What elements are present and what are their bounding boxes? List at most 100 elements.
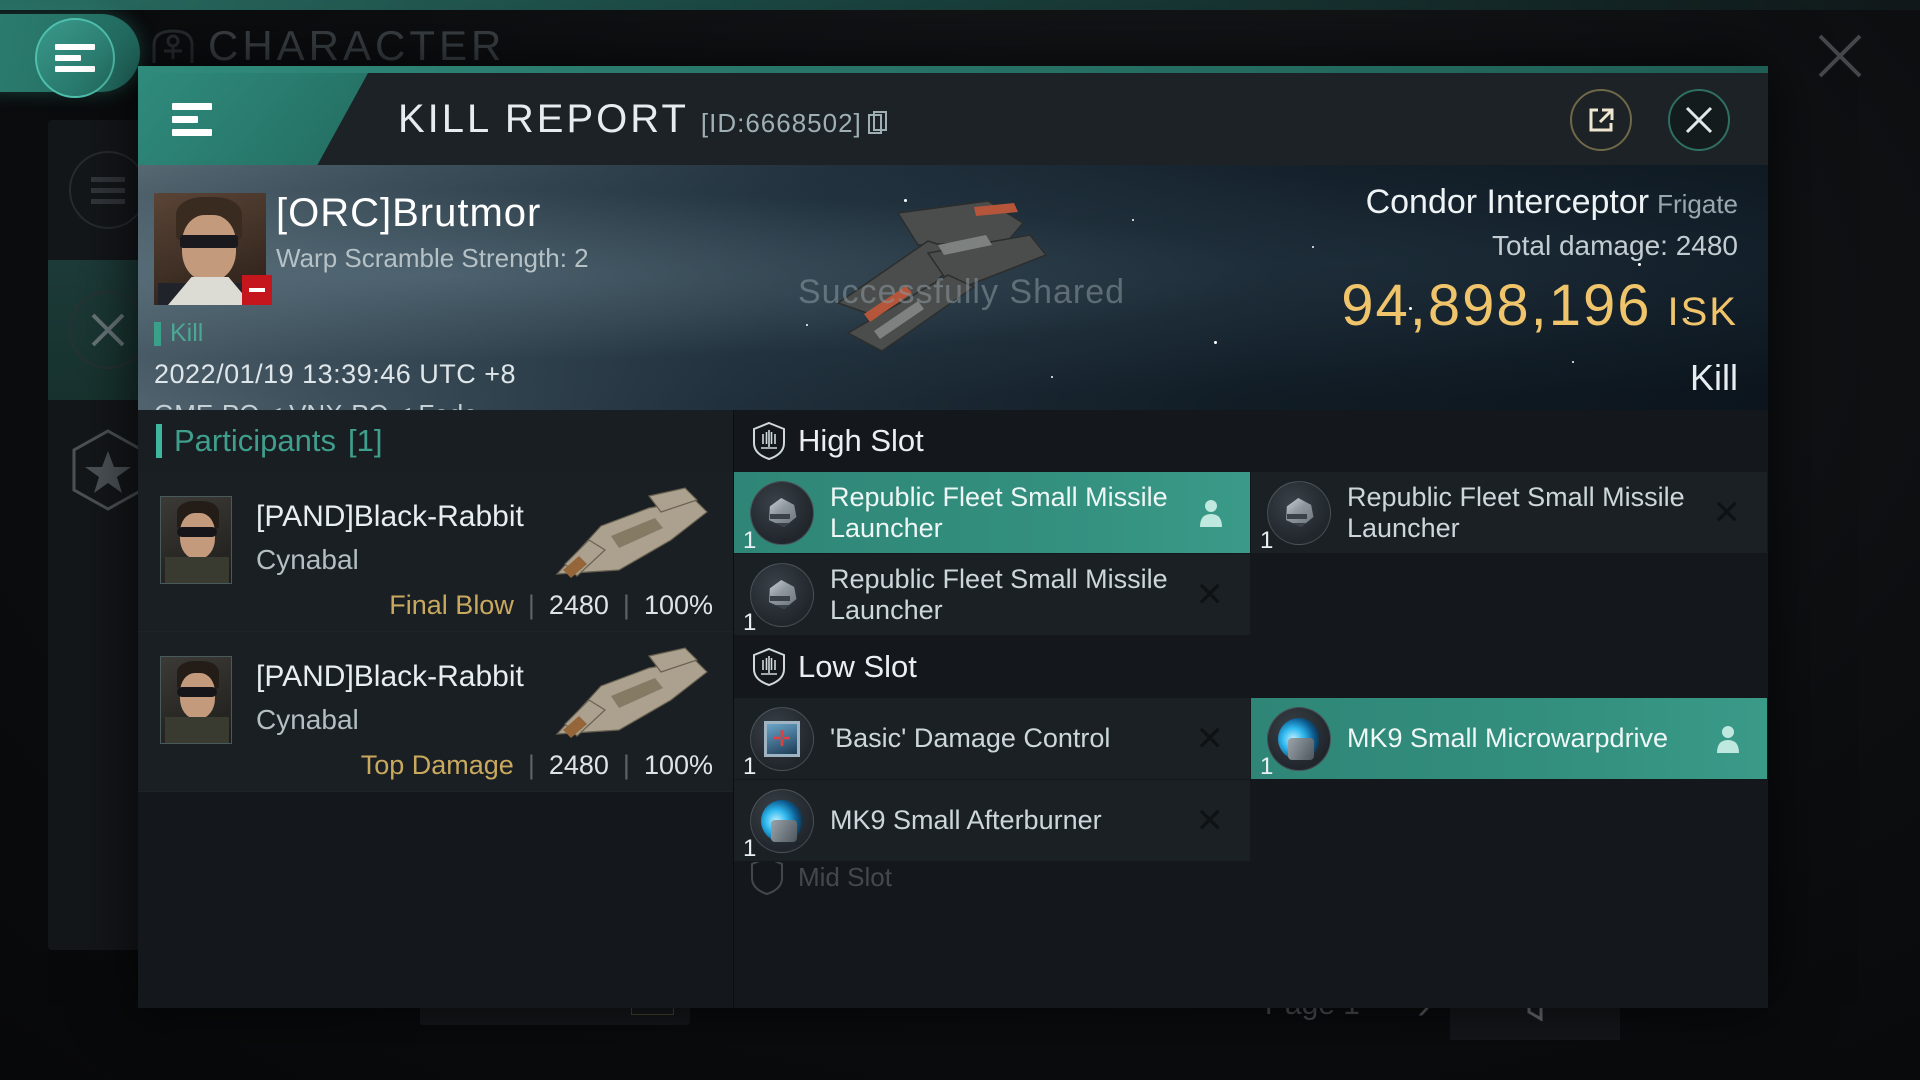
isk-value: 94,898,196 bbox=[1341, 273, 1652, 338]
victim-name: [ORC]Brutmor bbox=[276, 191, 542, 235]
missile-launcher-icon bbox=[750, 562, 814, 627]
list-item[interactable]: 1 Republic Fleet Small Missile Launcher bbox=[734, 472, 1251, 554]
item-name: MK9 Small Afterburner bbox=[830, 805, 1102, 836]
star-hexagon-icon bbox=[72, 429, 144, 511]
afterburner-icon bbox=[750, 788, 814, 853]
avatar bbox=[160, 656, 232, 744]
shared-watermark: Successfully Shared bbox=[798, 273, 1126, 311]
item-quantity: 1 bbox=[743, 753, 757, 780]
table-row[interactable]: [PAND]Black-Rabbit Cynabal Top Damage | … bbox=[138, 632, 733, 792]
participant-tag: Top Damage bbox=[360, 750, 514, 780]
low-slot-grid: 1 'Basic' Damage Control ✕ 1 MK9 Small M… bbox=[734, 698, 1768, 862]
isk-unit: ISK bbox=[1667, 290, 1738, 334]
kill-accent-bar bbox=[154, 321, 161, 346]
hamburger-menu-icon bbox=[55, 39, 95, 77]
stat-divider: | bbox=[527, 750, 535, 780]
victim-banner: [ORC]Brutmor Warp Scramble Strength: 2 K… bbox=[138, 165, 1768, 410]
character-icon bbox=[152, 29, 194, 63]
close-button[interactable] bbox=[1668, 89, 1730, 151]
low-slot-title: Low Slot bbox=[798, 649, 917, 684]
modal-header: KILL REPORT [ID:6668502] bbox=[138, 73, 1768, 165]
list-item-empty bbox=[1251, 780, 1768, 862]
crossed-swords-icon bbox=[69, 291, 147, 369]
participant-ship: Cynabal bbox=[256, 704, 359, 735]
total-damage-label: Total damage: bbox=[1492, 230, 1668, 261]
destroyed-x-icon[interactable]: ✕ bbox=[1196, 719, 1225, 759]
hamburger-menu-icon bbox=[172, 97, 212, 142]
item-quantity: 1 bbox=[1260, 527, 1274, 554]
security-status-badge bbox=[242, 275, 272, 305]
dropped-person-icon[interactable] bbox=[1198, 498, 1224, 528]
destroyed-x-icon[interactable]: ✕ bbox=[1196, 575, 1225, 615]
item-name: Republic Fleet Small Missile Launcher bbox=[830, 564, 1168, 625]
participant-name: [PAND]Black-Rabbit bbox=[256, 500, 524, 533]
close-icon bbox=[1685, 106, 1713, 134]
slot-shield-icon bbox=[753, 421, 785, 461]
ship-name-row: Condor Interceptor Frigate bbox=[1341, 183, 1738, 222]
svg-text:Mid Slot: Mid Slot bbox=[798, 862, 893, 892]
avatar bbox=[160, 496, 232, 584]
cynabal-ship-icon bbox=[555, 487, 708, 578]
background-page-title-text: CHARACTER bbox=[208, 22, 506, 69]
item-quantity: 1 bbox=[743, 527, 757, 554]
modal-accent-bar bbox=[138, 66, 1768, 73]
slot-shield-icon bbox=[753, 647, 785, 687]
kill-label: Kill bbox=[154, 319, 203, 348]
missile-launcher-icon bbox=[1267, 480, 1331, 545]
dropped-person-icon[interactable] bbox=[1715, 724, 1741, 754]
participants-title: Participants bbox=[174, 423, 336, 458]
ship-name: Condor Interceptor bbox=[1365, 183, 1650, 221]
list-item[interactable]: 1 MK9 Small Afterburner ✕ bbox=[734, 780, 1251, 862]
participants-panel: Participants [1] [PAND]Black-Rabbit Cyna… bbox=[138, 410, 734, 1008]
item-name: Republic Fleet Small Missile Launcher bbox=[1347, 482, 1685, 543]
item-name: Republic Fleet Small Missile Launcher bbox=[830, 482, 1168, 543]
list-item[interactable]: 1 MK9 Small Microwarpdrive bbox=[1251, 698, 1768, 780]
high-slot-title: High Slot bbox=[798, 423, 924, 458]
kill-report-modal: KILL REPORT [ID:6668502] [ORC]Brutmor Wa… bbox=[138, 66, 1768, 1008]
participant-tag: Final Blow bbox=[389, 590, 514, 620]
participant-percent: 100% bbox=[643, 590, 713, 620]
list-item[interactable]: 1 'Basic' Damage Control ✕ bbox=[734, 698, 1251, 780]
destroyed-x-icon[interactable]: ✕ bbox=[1713, 493, 1742, 533]
share-external-icon bbox=[1589, 108, 1614, 132]
low-slot-header: Low Slot bbox=[734, 636, 1768, 698]
slot-shield-icon: Mid Slot bbox=[751, 862, 893, 896]
item-name: MK9 Small Microwarpdrive bbox=[1347, 723, 1669, 754]
stat-divider: | bbox=[622, 590, 630, 620]
victim-subtitle: Warp Scramble Strength: 2 bbox=[276, 243, 589, 273]
participant-damage: 2480 bbox=[548, 750, 609, 780]
total-damage-row: Total damage: 2480 bbox=[1341, 230, 1738, 262]
list-item[interactable]: 1 Republic Fleet Small Missile Launcher … bbox=[734, 554, 1251, 636]
high-slot-grid: 1 Republic Fleet Small Missile Launcher … bbox=[734, 472, 1768, 636]
microwarpdrive-icon bbox=[1267, 706, 1331, 771]
damage-control-icon bbox=[750, 706, 814, 771]
participants-header: Participants [1] bbox=[138, 410, 733, 472]
kill-location: GME-PQ < VNX-PO < Fade bbox=[154, 399, 478, 410]
ship-class: Frigate bbox=[1657, 189, 1738, 219]
item-quantity: 1 bbox=[1260, 753, 1274, 780]
background-menu-button[interactable] bbox=[35, 18, 115, 98]
participant-ship: Cynabal bbox=[256, 544, 359, 575]
participant-stats: Final Blow | 2480 | 100% bbox=[389, 590, 713, 621]
share-button[interactable] bbox=[1570, 89, 1632, 151]
item-name: 'Basic' Damage Control bbox=[830, 723, 1111, 754]
participants-count: [1] bbox=[347, 423, 383, 458]
participant-damage: 2480 bbox=[548, 590, 609, 620]
stat-divider: | bbox=[622, 750, 630, 780]
background-top-accent-bar bbox=[0, 0, 1920, 10]
kill-timestamp: 2022/01/19 13:39:46 UTC +8 bbox=[154, 359, 517, 389]
stat-divider: | bbox=[527, 590, 535, 620]
destroyed-x-icon[interactable]: ✕ bbox=[1196, 801, 1225, 841]
item-quantity: 1 bbox=[743, 609, 757, 636]
close-icon[interactable] bbox=[1812, 28, 1868, 84]
modal-body: Participants [1] [PAND]Black-Rabbit Cyna… bbox=[138, 410, 1768, 1008]
copy-icon[interactable] bbox=[867, 110, 888, 135]
modal-menu-button[interactable] bbox=[138, 73, 368, 165]
victim-info: [ORC]Brutmor Warp Scramble Strength: 2 K… bbox=[146, 179, 846, 410]
list-item-empty bbox=[1251, 554, 1768, 636]
page-title: KILL REPORT [ID:6668502] bbox=[398, 97, 888, 142]
participant-name: [PAND]Black-Rabbit bbox=[256, 660, 524, 693]
table-row[interactable]: [PAND]Black-Rabbit Cynabal Final Blow | … bbox=[138, 472, 733, 632]
list-item[interactable]: 1 Republic Fleet Small Missile Launcher … bbox=[1251, 472, 1768, 554]
next-section-peek: Mid Slot bbox=[734, 862, 1768, 896]
